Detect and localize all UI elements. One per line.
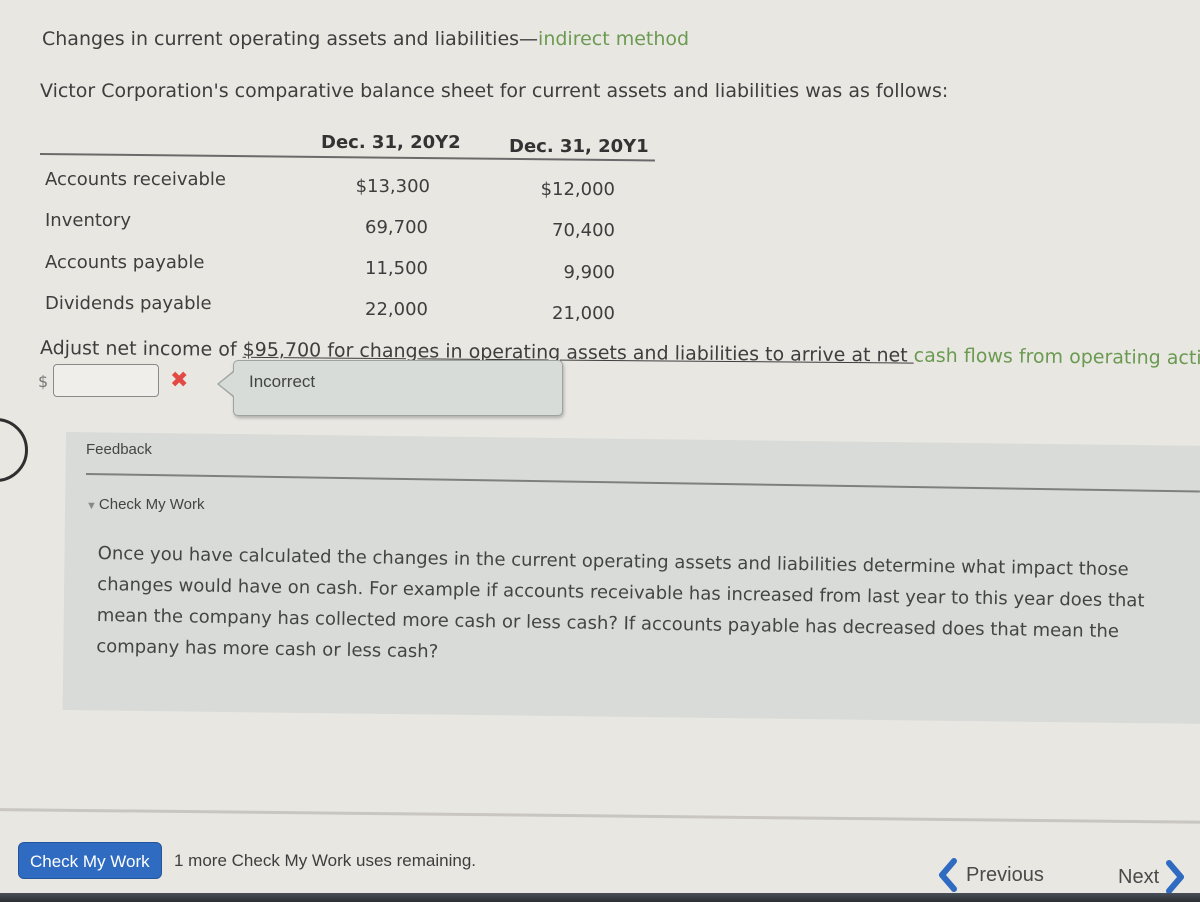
cell-ar-20y1: $12,000 [540,179,615,200]
cell-ar-20y2: $13,300 [355,176,430,197]
indirect-method-link[interactable]: indirect method [538,28,689,50]
next-label: Next [1118,865,1160,888]
tooltip-text: Incorrect [249,372,316,391]
uses-remaining-text: 1 more Check My Work uses remaining. [174,851,477,870]
problem-intro: Victor Corporation's comparative balance… [40,80,949,102]
x-mark-icon: ✖ [170,368,189,393]
cell-dp-20y2: 22,000 [365,299,428,320]
row-label-accounts-payable: Accounts payable [45,252,205,273]
cell-dp-20y1: 21,000 [552,303,615,324]
chevron-right-icon [1165,860,1187,894]
currency-symbol: $ [38,372,49,391]
previous-button[interactable]: Previous [936,858,1044,892]
net-income-amount: $95,700 [242,338,322,362]
page-title: Changes in current operating assets and … [42,28,689,50]
previous-label: Previous [966,863,1044,886]
footer-divider [0,808,1200,824]
cell-inventory-20y2: 69,700 [365,217,428,238]
answer-input[interactable] [53,364,159,397]
screen-bezel [0,893,1200,902]
feedback-hint-text: Once you have calculated the changes in … [96,542,1145,663]
next-button[interactable]: Next [1118,860,1187,894]
column-header-20y1: Dec. 31, 20Y1 [509,136,649,157]
check-my-work-button[interactable]: Check My Work [18,842,162,879]
row-label-inventory: Inventory [45,210,131,231]
check-my-work-toggle[interactable]: ▼ Check My Work [86,496,204,513]
column-header-20y2: Dec. 31, 20Y2 [321,132,461,153]
chevron-left-icon [936,858,958,892]
triangle-down-icon: ▼ [86,500,97,512]
cell-ap-20y2: 11,500 [365,258,428,279]
circle-graphic [0,418,28,482]
cell-ap-20y1: 9,900 [563,262,615,283]
cash-flows-link[interactable]: cash flows from operating activities [914,345,1200,370]
cell-inventory-20y1: 70,400 [552,220,615,241]
question-text: Adjust net income of $95,700 for changes… [40,337,1200,370]
row-label-accounts-receivable: Accounts receivable [45,169,227,190]
title-text: Changes in current operating assets and … [42,28,539,50]
feedback-heading: Feedback [86,441,152,458]
row-label-dividends-payable: Dividends payable [45,293,212,314]
check-my-work-toggle-label: Check My Work [98,496,205,513]
tooltip-arrow-fill [219,372,234,396]
